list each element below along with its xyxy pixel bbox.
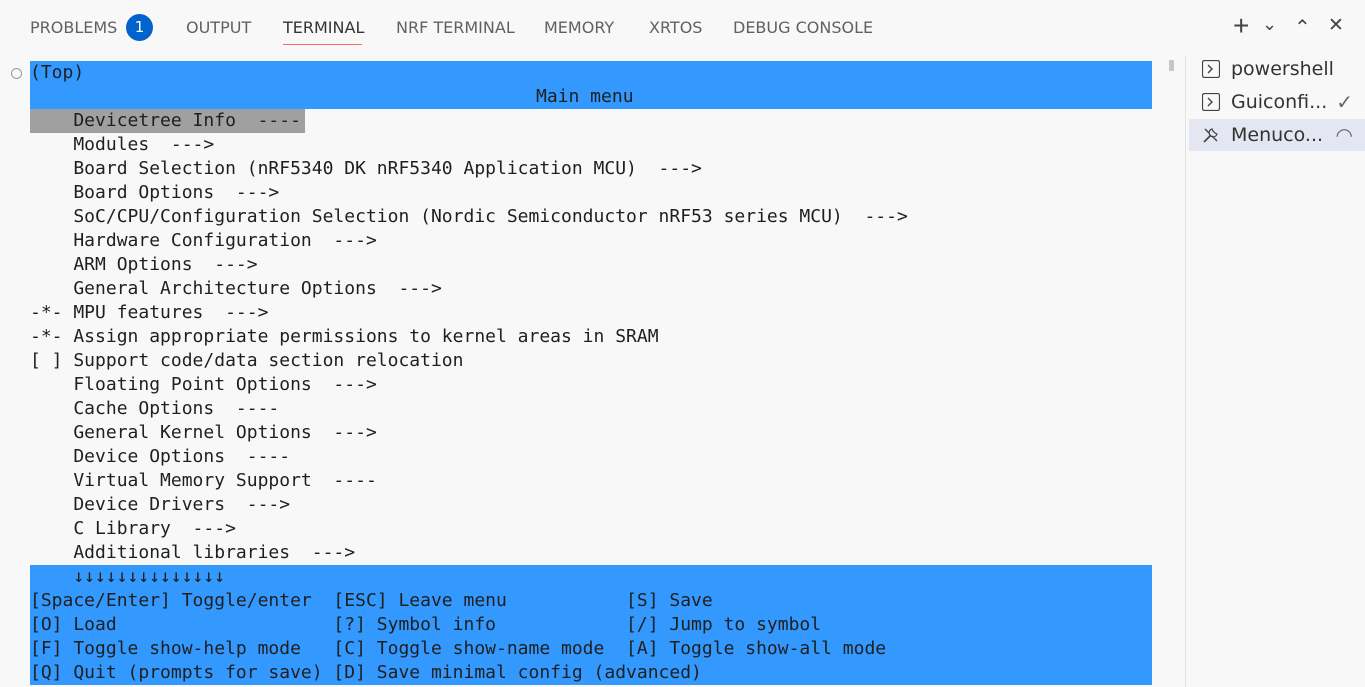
menu-item-selected[interactable]: Devicetree Info ---- <box>30 109 301 133</box>
check-icon: ✓ <box>1336 92 1353 114</box>
maximize-panel-icon[interactable]: ⌃ <box>1294 14 1311 42</box>
menu-item[interactable]: -*- Assign appropriate permissions to ke… <box>30 325 659 349</box>
menu-item[interactable]: SoC/CPU/Configuration Selection (Nordic … <box>30 205 907 229</box>
menu-item[interactable]: General Kernel Options ---> <box>30 421 376 445</box>
tab-memory[interactable]: MEMORY <box>544 18 614 37</box>
menu-item[interactable]: [ ] Support code/data section relocation <box>30 349 463 373</box>
menu-item[interactable]: Floating Point Options ---> <box>30 373 376 397</box>
terminal-list-label: Menuco... <box>1231 124 1324 146</box>
menu-item[interactable]: Cache Options ---- <box>30 397 279 421</box>
menu-item[interactable]: Additional libraries ---> <box>30 541 355 565</box>
terminal-list-label: Guiconfi... <box>1231 91 1328 113</box>
tools-icon <box>1203 128 1218 143</box>
close-panel-icon[interactable]: ✕ <box>1328 12 1344 40</box>
menu-item[interactable]: C Library ---> <box>30 517 236 541</box>
tab-output[interactable]: OUTPUT <box>186 18 251 37</box>
tab-nrf-terminal[interactable]: NRF TERMINAL <box>396 18 515 37</box>
menu-item[interactable]: Board Options ---> <box>30 181 279 205</box>
more-items-indicator: ↓↓↓↓↓↓↓↓↓↓↓↓↓↓ <box>30 566 226 587</box>
menu-item[interactable]: ARM Options ---> <box>30 253 257 277</box>
add-terminal-icon[interactable]: + <box>1233 12 1249 40</box>
terminal-list-item-powershell[interactable]: powershell <box>1189 53 1365 85</box>
help-line: [O] Load [?] Symbol info [/] Jump to sym… <box>30 614 822 635</box>
tab-xrtos[interactable]: XRTOS <box>649 18 702 37</box>
panel-tab-bar: PROBLEMS 1 OUTPUT TERMINAL NRF TERMINAL … <box>0 0 1365 56</box>
active-tab-indicator <box>283 44 362 45</box>
menu-title: Main menu <box>536 86 634 107</box>
problems-count-badge: 1 <box>126 14 153 41</box>
terminal-list-label: powershell <box>1231 58 1334 80</box>
terminal-decoration-icon <box>11 68 22 79</box>
tab-problems[interactable]: PROBLEMS <box>30 18 117 37</box>
menu-item[interactable]: Device Options ---- <box>30 445 290 469</box>
menu-item[interactable]: Modules ---> <box>30 133 214 157</box>
menu-item[interactable]: Hardware Configuration ---> <box>30 229 376 253</box>
menu-item[interactable]: -*- MPU features ---> <box>30 301 268 325</box>
menu-path-top: (Top) <box>30 62 85 83</box>
terminal-scrollbar[interactable] <box>1169 60 1174 71</box>
tab-debug-console[interactable]: DEBUG CONSOLE <box>733 18 873 37</box>
terminal-icon <box>1202 60 1220 78</box>
terminal-icon <box>1202 93 1220 111</box>
menu-item[interactable]: Device Drivers ---> <box>30 493 290 517</box>
terminal-list-item-guiconfig[interactable]: Guiconfi... ✓ <box>1189 86 1365 118</box>
menu-item[interactable]: Virtual Memory Support ---- <box>30 469 376 493</box>
terminal-list-divider <box>1185 56 1186 687</box>
loading-spinner-icon: ◠ <box>1335 125 1353 147</box>
tab-terminal[interactable]: TERMINAL <box>283 18 364 37</box>
help-line: [Q] Quit (prompts for save) [D] Save min… <box>30 662 702 683</box>
terminal-list-item-menuconfig[interactable]: Menuco... ◠ <box>1189 119 1365 151</box>
menu-item[interactable]: General Architecture Options ---> <box>30 277 441 301</box>
help-line: [Space/Enter] Toggle/enter [ESC] Leave m… <box>30 590 713 611</box>
help-line: [F] Toggle show-help mode [C] Toggle sho… <box>30 638 887 659</box>
chevron-down-icon[interactable]: ⌄ <box>1262 10 1277 38</box>
menu-item[interactable]: Board Selection (nRF5340 DK nRF5340 Appl… <box>30 157 702 181</box>
